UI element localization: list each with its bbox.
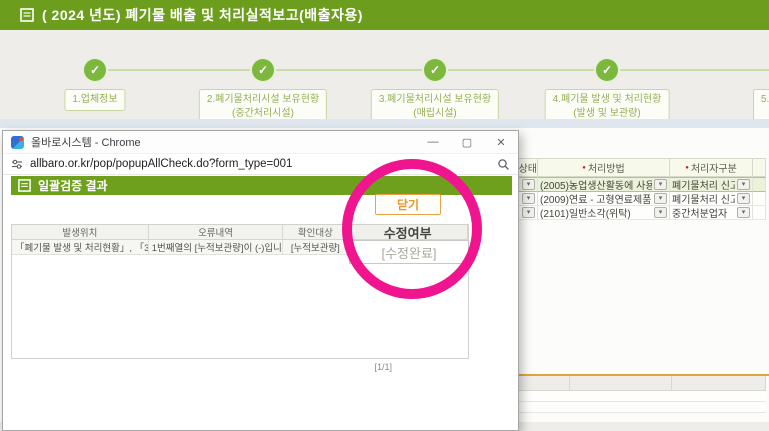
stepper-step-1[interactable]: 1.업체정보 (64, 89, 126, 111)
required-icon: ● (582, 164, 586, 171)
site-settings-icon[interactable] (11, 158, 23, 170)
handler-type-value: 중간처분업자 (672, 209, 728, 220)
state-dropdown-icon[interactable]: ▾ (522, 207, 535, 218)
chrome-popup-window: 올바로시스템 - Chrome — ▢ ✕ allbaro.or.kr/pop/… (2, 130, 519, 431)
table-row[interactable]: ▾ (2101)일반소각(위탁) ▾ 중간처분업자 ▾ (490, 206, 766, 220)
col-header-method: ● 처리방법 (538, 159, 670, 177)
popup-content: 일괄검증 결과 닫기 발생위치 오류내역 확인대상 수정여부 「폐기물 발생 및… (3, 175, 518, 430)
method-dropdown-icon[interactable]: ▾ (654, 179, 667, 190)
lower-grid-row (490, 402, 766, 413)
page-title: ( 2024 년도) 폐기물 배출 및 처리실적보고(배출자용) (42, 7, 363, 23)
popup-title-bar[interactable]: 올바로시스템 - Chrome — ▢ ✕ (3, 131, 518, 154)
step2-check-icon: ✓ (252, 59, 274, 81)
allbaro-favicon-icon (11, 135, 24, 149)
section-document-icon (18, 178, 32, 193)
pagination-label: [1/1] (374, 362, 392, 372)
method-dropdown-icon[interactable]: ▾ (654, 207, 667, 218)
section-title: 일괄검증 결과 (38, 179, 108, 193)
page-title-bar: ( 2024 년도) 폐기물 배출 및 처리실적보고(배출자용) (0, 0, 769, 30)
col-header-label: 처리자구분 (690, 164, 737, 175)
popup-url-bar[interactable]: allbaro.or.kr/pop/popupAllCheck.do?form_… (3, 154, 518, 175)
step1-check-icon: ✓ (84, 59, 106, 81)
error-location: 「폐기물 발생 및 처리현황」, 「3. 발생및보관량」 (12, 240, 149, 255)
step-sublabel: ( (761, 107, 769, 121)
handler-type-value: 폐기물처리 신고자 (672, 195, 735, 206)
step-label: 4.폐기물 발생 및 처리현황 (552, 94, 662, 105)
col-header-label: 처리방법 (587, 164, 625, 175)
step-label: 1.업체정보 (72, 94, 118, 105)
error-detail: 1번째열의 [누적보관량]이 (-)입니다. (148, 240, 284, 255)
minimize-button[interactable]: — (416, 131, 450, 153)
step4-check-icon: ✓ (596, 59, 618, 81)
handler-dropdown-icon[interactable]: ▾ (737, 179, 750, 190)
table-row[interactable]: ▾ (2005)농업생산활동에 사용(재)( ▾ 폐기물처리 신고자 ▾ (490, 177, 766, 192)
step-sublabel: (매립시설) (413, 107, 457, 119)
popup-window-title: 올바로시스템 - Chrome (31, 137, 141, 149)
zoom-search-icon[interactable] (497, 158, 510, 171)
handler-type-value: 폐기물처리 신고자 (672, 181, 735, 192)
state-dropdown-icon[interactable]: ▾ (522, 179, 535, 190)
popup-section-header: 일괄검증 결과 (11, 176, 512, 195)
close-button[interactable]: 닫기 (375, 194, 441, 215)
required-icon: ● (685, 164, 689, 171)
state-dropdown-icon[interactable]: ▾ (522, 193, 535, 204)
maximize-button[interactable]: ▢ (450, 131, 484, 153)
method-value: (2005)농업생산활동에 사용(재)( (540, 181, 652, 192)
step-label: 2.폐기물처리시설 보유현황 (206, 94, 320, 105)
result-header-row: 발생위치 오류내역 확인대상 수정여부 (12, 225, 468, 240)
report-document-icon (20, 8, 34, 22)
method-value: (2101)일반소각(위탁) (540, 209, 631, 220)
validation-result-table: 발생위치 오류내역 확인대상 수정여부 「폐기물 발생 및 처리현황」, 「3.… (11, 224, 469, 359)
method-dropdown-icon[interactable]: ▾ (654, 193, 667, 204)
col-header-extra (753, 159, 766, 177)
close-window-button[interactable]: ✕ (484, 131, 518, 153)
step-sublabel: (발생 및 보관량) (573, 107, 641, 119)
lower-grid-header (490, 376, 766, 391)
step-label: 3.폐기물처리시설 보유현황 (378, 94, 492, 105)
section-divider (0, 119, 769, 128)
handler-dropdown-icon[interactable]: ▾ (737, 193, 750, 204)
table-header-row: ● 성질·상태 ● 처리방법 ● 처리자구분 (490, 159, 766, 177)
table-row[interactable]: ▾ (2009)연료 - 고형연료제품 제조 ▾ 폐기물처리 신고자 ▾ (490, 192, 766, 206)
col-header-error: 오류내역 (148, 225, 284, 240)
handler-dropdown-icon[interactable]: ▾ (737, 207, 750, 218)
step-sublabel: (중간처리시설) (232, 107, 294, 119)
method-value: (2009)연료 - 고형연료제품 제조 (540, 195, 652, 206)
error-target: [누적보관량] (283, 240, 349, 255)
fix-complete-link[interactable]: [수정완료] (349, 240, 469, 264)
url-text[interactable]: allbaro.or.kr/pop/popupAllCheck.do?form_… (30, 158, 490, 170)
step3-check-icon: ✓ (424, 59, 446, 81)
lower-grid-row (490, 391, 766, 402)
step-label: 5.폐기물 (761, 94, 769, 105)
col-header-target: 확인대상 (283, 225, 349, 240)
waste-process-table: ● 성질·상태 ● 처리방법 ● 처리자구분 ▾ (2005)농업생산활동에 사… (490, 158, 766, 220)
col-header-location: 발생위치 (12, 225, 149, 240)
col-header-handler-type: ● 처리자구분 (670, 159, 753, 177)
col-header-fix-status: 수정여부 (348, 225, 468, 240)
